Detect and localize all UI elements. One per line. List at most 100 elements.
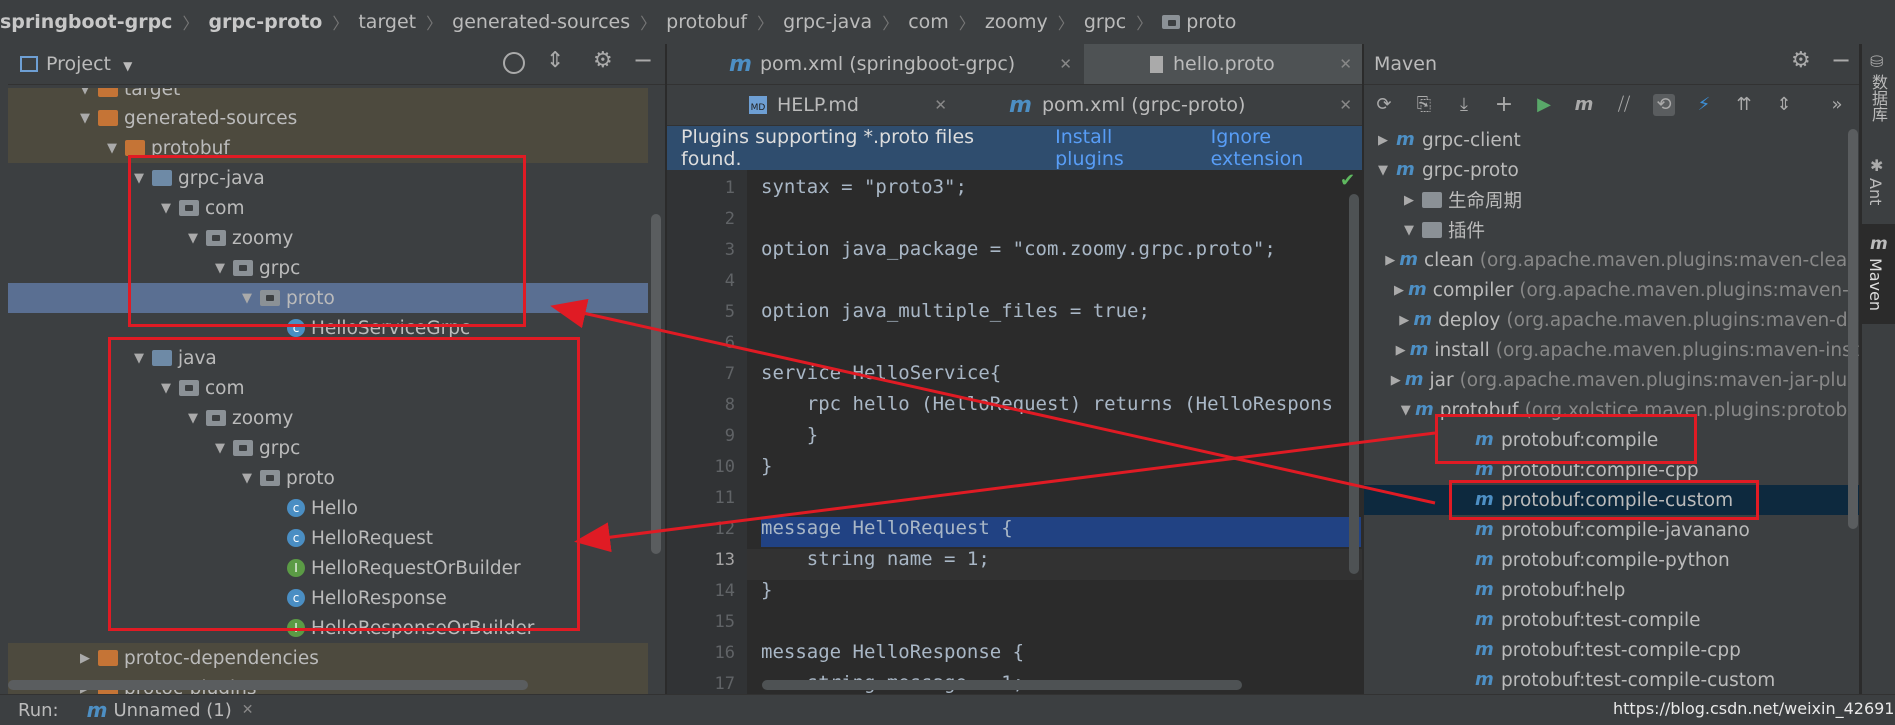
expand-arrow-icon[interactable]: ▶ (1400, 193, 1418, 208)
tree-item[interactable]: ▼ com (8, 373, 648, 403)
gear-icon[interactable]: ⚙ (1791, 48, 1811, 73)
maven-tree-item[interactable]: ▼ m protobuf (org.xolstice.maven.plugins:pr… (1364, 395, 1859, 425)
tree-item-selected[interactable]: ▼ proto (8, 283, 648, 313)
editor-horizontal-scrollbar[interactable] (762, 680, 1242, 690)
tree-item[interactable]: c HelloServiceGrpc (8, 313, 648, 343)
expand-arrow-icon[interactable]: ▼ (157, 201, 175, 216)
maven-goal-item[interactable]: m protobuf:compile (1364, 425, 1859, 455)
editor-tab[interactable]: m pom.xml (springboot-grpc) ✕ (667, 44, 1082, 84)
maven-goal-item[interactable]: m protobuf:test-compile-custom (1364, 665, 1859, 694)
expand-arrow-icon[interactable]: ▶ (1394, 283, 1404, 298)
breadcrumb-item[interactable]: proto (1162, 11, 1236, 33)
tree-item[interactable]: c HelloResponse (8, 583, 648, 613)
tree-item[interactable]: ▼ generated-sources (8, 103, 648, 133)
minimize-icon[interactable]: − (1831, 46, 1851, 74)
close-icon[interactable]: ✕ (934, 96, 947, 114)
expand-arrow-icon[interactable]: ▶ (1385, 253, 1395, 268)
editor-vertical-scrollbar[interactable] (1349, 194, 1359, 574)
reload-icon[interactable]: ⟳ (1373, 94, 1395, 116)
expand-arrow-icon[interactable]: ▼ (103, 141, 121, 156)
tree-item[interactable]: ▼ protobuf (8, 133, 648, 163)
expand-arrow-icon[interactable]: ▼ (1374, 163, 1392, 178)
expand-arrow-icon[interactable]: ▶ (76, 651, 94, 666)
expand-arrow-icon[interactable]: ▼ (76, 111, 94, 126)
maven-tree-item[interactable]: ▶ m compiler (org.apache.maven.plugins:mave… (1364, 275, 1859, 305)
breadcrumb-item[interactable]: protobuf (666, 11, 747, 33)
run-tab[interactable]: m Unnamed (1) ✕ (87, 698, 254, 722)
tree-item[interactable]: c HelloRequest (8, 523, 648, 553)
database-tool-button[interactable]: 数据库 (1866, 74, 1890, 122)
maven-tool-button[interactable]: Maven (1866, 258, 1885, 311)
expand-arrow-icon[interactable]: ▼ (238, 291, 256, 306)
expand-arrow-icon[interactable]: ▼ (157, 381, 175, 396)
maven-goal-item[interactable]: m protobuf:compile-cpp (1364, 455, 1859, 485)
maven-goal-item[interactable]: m protobuf:compile-javanano (1364, 515, 1859, 545)
tree-item[interactable]: ▼ com (8, 193, 648, 223)
breadcrumb-item[interactable]: springboot-grpc (0, 11, 172, 33)
tree-item[interactable]: ▼ target (8, 88, 648, 104)
expand-arrow-icon[interactable]: ▼ (184, 231, 202, 246)
tree-item[interactable]: ▼ grpc (8, 433, 648, 463)
install-plugins-link[interactable]: Install plugins (1055, 126, 1181, 170)
minimize-icon[interactable]: − (633, 46, 653, 74)
breadcrumb-item[interactable]: grpc (1084, 11, 1126, 33)
expand-arrow-icon[interactable]: ▼ (238, 471, 256, 486)
tree-item[interactable]: ▼ zoomy (8, 223, 648, 253)
maven-goal-item-selected[interactable]: m protobuf:compile-custom (1364, 485, 1859, 515)
more-icon[interactable]: » (1826, 94, 1848, 116)
expand-arrow-icon[interactable]: ▼ (130, 351, 148, 366)
editor-tab-active[interactable]: hello.proto ✕ (1084, 44, 1362, 84)
expand-arrow-icon[interactable]: ▼ (211, 441, 229, 456)
editor-tab[interactable]: m pom.xml (grpc-proto) ✕ (959, 85, 1362, 125)
tree-item[interactable]: ▼ proto (8, 463, 648, 493)
breadcrumb-item[interactable]: com (908, 11, 949, 33)
expand-arrow-icon[interactable]: ▼ (76, 88, 94, 97)
tree-item[interactable]: ▼ grpc (8, 253, 648, 283)
tree-item[interactable]: c Hello (8, 493, 648, 523)
run-icon[interactable]: ▶ (1533, 94, 1555, 116)
maven-goal-item[interactable]: m protobuf:test-compile (1364, 605, 1859, 635)
maven-tree-item[interactable]: ▼ m grpc-proto (1364, 155, 1859, 185)
maven-goal-item[interactable]: m protobuf:help (1364, 575, 1859, 605)
maven-tree-item[interactable]: ▼ 插件 (1364, 215, 1859, 245)
add-icon[interactable]: + (1493, 94, 1515, 116)
skip-tests-icon[interactable]: ⟲ (1653, 94, 1675, 116)
maven-tree-item[interactable]: ▶ m grpc-client (1364, 125, 1859, 155)
maven-tree-item[interactable]: ▶ m install (org.apache.maven.plugins:maven… (1364, 335, 1859, 365)
code-area[interactable]: syntax = "proto3"; option java_package =… (747, 170, 1347, 694)
expand-arrow-icon[interactable]: ▼ (184, 411, 202, 426)
tree-item[interactable]: I HelloRequestOrBuilder (8, 553, 648, 583)
expand-arrow-icon[interactable]: ▶ (1391, 373, 1401, 388)
tree-item[interactable]: I HelloResponseOrBuilder (8, 613, 648, 643)
expand-arrow-icon[interactable]: ▼ (211, 261, 229, 276)
breadcrumb-item[interactable]: grpc-proto (208, 11, 322, 33)
generate-sources-icon[interactable]: ⎘ (1413, 94, 1435, 116)
maven-goal-item[interactable]: m protobuf:compile-python (1364, 545, 1859, 575)
expand-arrow-icon[interactable]: ▶ (1374, 133, 1392, 148)
tree-item[interactable]: ▼ zoomy (8, 403, 648, 433)
expand-arrow-icon[interactable]: ▶ (1396, 343, 1406, 358)
tree-item[interactable]: ▼ grpc-java (8, 163, 648, 193)
maven-vertical-scrollbar[interactable] (1848, 129, 1858, 529)
toggle-offline-icon[interactable]: ⧸⧸ (1613, 94, 1635, 116)
ignore-extension-link[interactable]: Ignore extension (1211, 126, 1362, 170)
expand-arrow-icon[interactable]: ▼ (1400, 223, 1418, 238)
lightning-icon[interactable]: ⚡ (1693, 94, 1715, 116)
download-icon[interactable]: ⤓ (1453, 94, 1475, 116)
maven-goal-item[interactable]: m protobuf:test-compile-cpp (1364, 635, 1859, 665)
collapse-all-icon[interactable]: ⇕ (1773, 94, 1795, 116)
breadcrumb-item[interactable]: zoomy (985, 11, 1048, 33)
tree-item[interactable]: ▼ java (8, 343, 648, 373)
expand-arrow-icon[interactable]: ▶ (1399, 313, 1409, 328)
maven-tree-item[interactable]: ▶ m clean (org.apache.maven.plugins:maven-c… (1364, 245, 1859, 275)
maven-tree-item[interactable]: ▶ m jar (org.apache.maven.plugins:maven-jar… (1364, 365, 1859, 395)
ant-tool-button[interactable]: Ant (1866, 178, 1885, 205)
close-icon[interactable]: ✕ (1339, 96, 1352, 114)
horizontal-scrollbar[interactable] (8, 680, 528, 690)
close-icon[interactable]: ✕ (242, 702, 254, 718)
vertical-scrollbar[interactable] (651, 214, 661, 554)
expand-arrow-icon[interactable]: ▼ (1401, 403, 1411, 418)
gear-icon[interactable]: ⚙ (593, 48, 613, 73)
collapse-all-icon[interactable]: ⇕ (546, 48, 564, 73)
breadcrumb-item[interactable]: generated-sources (452, 11, 630, 33)
